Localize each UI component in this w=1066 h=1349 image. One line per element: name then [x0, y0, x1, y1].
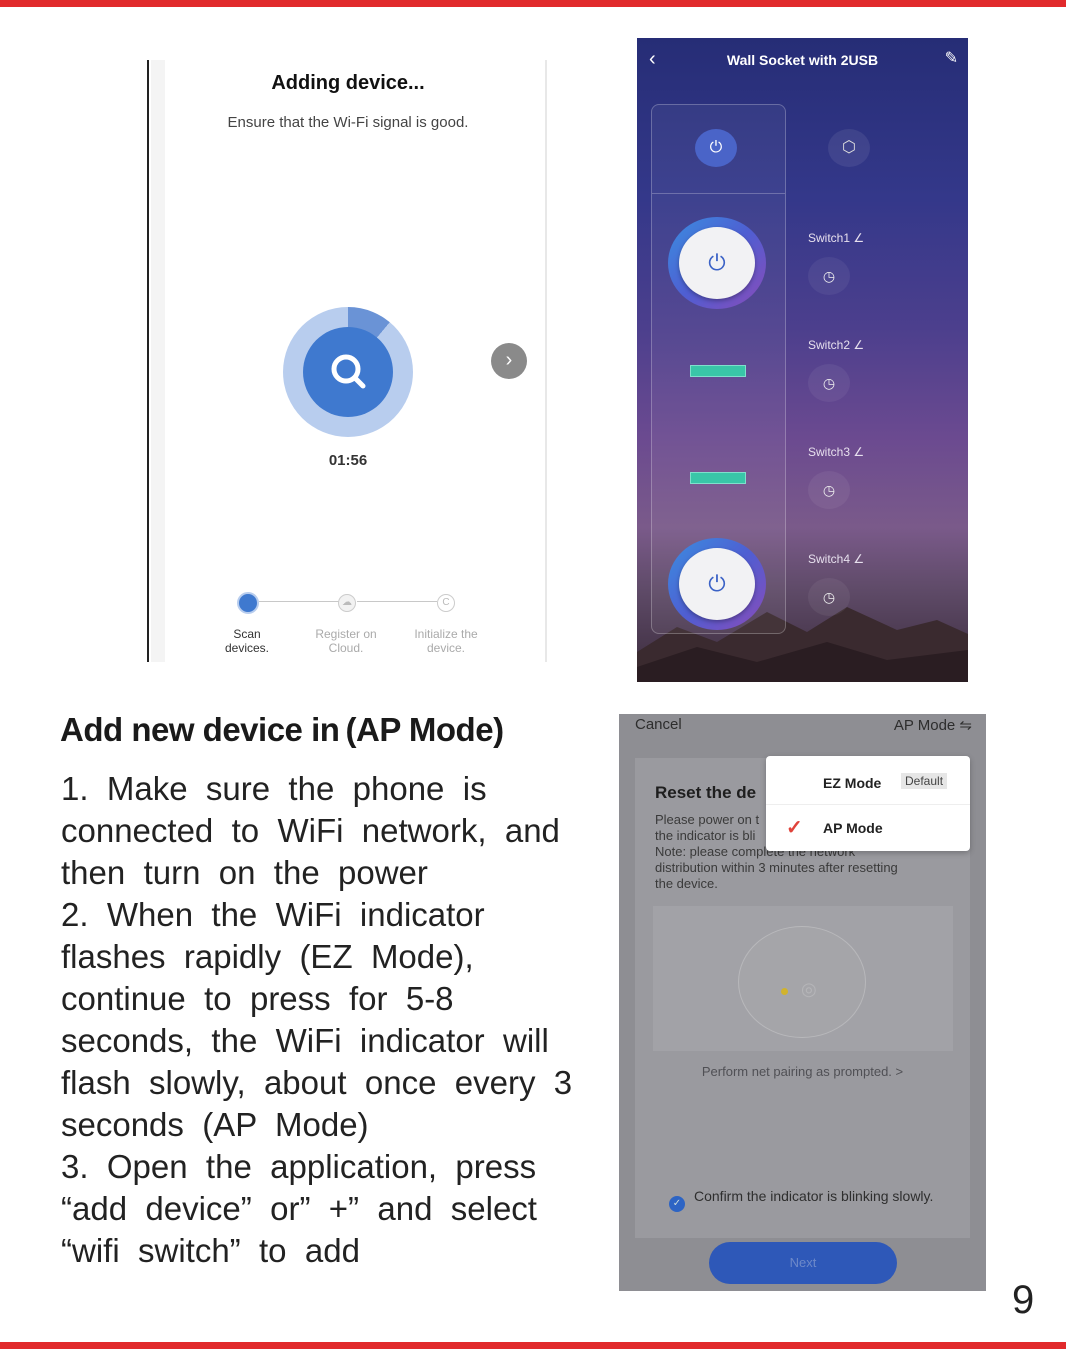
switch3-label[interactable]: Switch3 ∠	[808, 445, 864, 459]
instruction-line: connected to WiFi network, and	[61, 812, 560, 849]
bottom-red-rule	[0, 1342, 1066, 1349]
switch4-timer-clock-icon[interactable]: ◷	[808, 578, 850, 616]
section-heading: Add new device in (AP Mode)	[60, 711, 504, 748]
search-icon	[331, 354, 366, 389]
instructions: 1. Make sure the phone is connected to W…	[61, 768, 591, 1272]
default-badge: Default	[901, 773, 948, 789]
instruction-line: flashes rapidly (EZ Mode),	[61, 938, 474, 975]
page-number: 9	[1012, 1278, 1035, 1322]
next-arrow-icon[interactable]: ›	[491, 343, 527, 379]
left-edge-shade	[151, 60, 165, 662]
perform-pairing-link[interactable]: Perform net pairing as prompted. >	[619, 1064, 986, 1079]
pencil-icon[interactable]: ∠	[853, 552, 864, 566]
indicator-light	[781, 988, 788, 995]
instruction-line: 3. Open the application, press	[61, 1148, 537, 1185]
step-scan-label: Scan devices.	[224, 627, 270, 655]
panel-divider	[652, 193, 785, 194]
ap-mode-option[interactable]: AP Mode	[823, 820, 883, 836]
reset-title: Reset the de	[655, 783, 757, 802]
cancel-button[interactable]: Cancel	[635, 716, 682, 733]
checkbox-checked-icon[interactable]: ✓	[669, 1196, 685, 1212]
adding-device-title: Adding device...	[271, 72, 425, 94]
switch2-indicator-bar[interactable]	[690, 365, 746, 377]
power-icon: ◎	[801, 979, 817, 999]
switch3-timer-clock-icon[interactable]: ◷	[808, 471, 850, 509]
instruction-line: “add device” or” +” and select	[61, 1190, 537, 1227]
switch4-power-button[interactable]: ⏻	[668, 538, 766, 630]
confirm-blinking-label: Confirm the indicator is blinking slowly…	[694, 1188, 934, 1204]
step-connector	[259, 601, 339, 602]
switch2-timer-clock-icon[interactable]: ◷	[808, 364, 850, 402]
device-illustration: ◎	[653, 906, 953, 1051]
right-edge-line	[545, 60, 547, 662]
master-power-icon[interactable]: ⏻	[695, 129, 737, 167]
power-icon: ⏻	[679, 548, 755, 620]
step-initialize-label: Initialize the device.	[414, 627, 478, 655]
checkmark-icon: ✓	[786, 817, 803, 839]
search-progress-ring	[283, 307, 413, 437]
edit-pencil-icon[interactable]: ✎	[945, 48, 958, 68]
next-button[interactable]: Next	[709, 1242, 897, 1284]
device-title: Wall Socket with 2USB	[726, 52, 879, 68]
wall-socket-screenshot: ‹ Wall Socket with 2USB ✎ ⏻ ⬡ ⏻ ⏻ Switch…	[637, 38, 968, 682]
step-connector	[357, 601, 437, 602]
countdown-timer: 01:56	[328, 452, 368, 469]
top-red-rule	[0, 0, 1066, 7]
instruction-line: seconds, the WiFi indicator will	[61, 1022, 549, 1059]
instruction-line: then turn on the power	[61, 854, 428, 891]
wifi-signal-hint: Ensure that the Wi-Fi signal is good.	[227, 114, 469, 131]
step-register-label: Register on Cloud.	[315, 627, 377, 655]
instruction-line: 1. Make sure the phone is	[61, 770, 487, 807]
ez-mode-option[interactable]: EZ Mode	[823, 775, 881, 791]
instruction-line: seconds (AP Mode)	[61, 1106, 369, 1143]
pencil-icon[interactable]: ∠	[853, 445, 864, 459]
mode-dropdown: EZ Mode Default ✓ AP Mode	[766, 756, 970, 851]
switch2-label[interactable]: Switch2 ∠	[808, 338, 864, 352]
cube-icon[interactable]: ⬡	[828, 129, 870, 167]
pencil-icon[interactable]: ∠	[853, 231, 864, 245]
power-icon: ⏻	[679, 227, 755, 299]
dropdown-divider	[766, 804, 970, 805]
step-scan-icon	[237, 592, 259, 614]
instruction-line: 2. When the WiFi indicator	[61, 896, 485, 933]
ap-mode-screenshot: Cancel AP Mode ⇋ Reset the de Please pow…	[619, 714, 986, 1291]
instruction-line: continue to press for 5-8	[61, 980, 454, 1017]
instruction-line: “wifi switch” to add	[61, 1232, 360, 1269]
search-button	[303, 327, 393, 417]
instruction-line: flash slowly, about once every 3	[61, 1064, 573, 1101]
switch1-label[interactable]: Switch1 ∠	[808, 231, 864, 245]
step-initialize-icon: C	[437, 594, 455, 612]
switch1-timer-clock-icon[interactable]: ◷	[808, 257, 850, 295]
switch1-power-button[interactable]: ⏻	[668, 217, 766, 309]
step-cloud-icon: ☁	[338, 594, 356, 612]
switch3-indicator-bar[interactable]	[690, 472, 746, 484]
mode-selector[interactable]: AP Mode ⇋	[894, 716, 972, 734]
switch4-label[interactable]: Switch4 ∠	[808, 552, 864, 566]
pencil-icon[interactable]: ∠	[853, 338, 864, 352]
adding-device-screenshot: Adding device... Ensure that the Wi-Fi s…	[147, 60, 547, 662]
